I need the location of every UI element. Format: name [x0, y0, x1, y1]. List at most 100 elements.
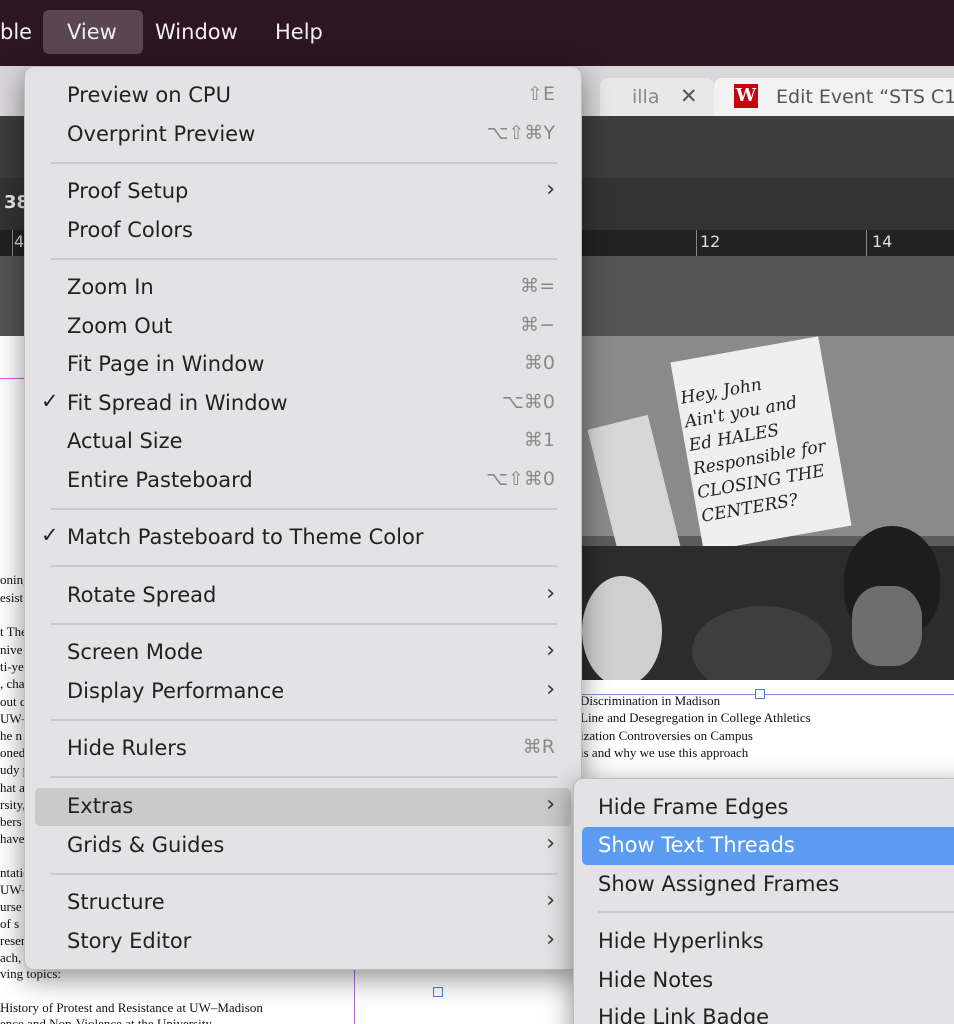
shortcut-label: ⌘0: [523, 352, 555, 374]
menu-item-hide-hyperlinks[interactable]: Hide Hyperlinks: [582, 923, 954, 961]
doc-text-line: is and why we use this approach: [580, 745, 749, 760]
chevron-right-icon: ›: [546, 677, 555, 702]
frame-handle[interactable]: [755, 689, 765, 699]
menu-item-label: Proof Colors: [67, 218, 193, 242]
menu-item-match-pasteboard[interactable]: ✓ Match Pasteboard to Theme Color: [35, 519, 571, 557]
menu-item-label: Grids & Guides: [67, 833, 225, 857]
doc-text-fragment: rsity,: [0, 797, 26, 812]
doc-text-fragment: ach,: [0, 950, 22, 965]
menu-item-proof-colors[interactable]: Proof Colors: [35, 212, 571, 250]
menu-item-proof-setup[interactable]: Proof Setup ›: [35, 173, 571, 211]
close-icon[interactable]: ✕: [680, 84, 698, 108]
doc-text-fragment: , cha: [0, 676, 25, 691]
doc-text-line: ization Controversies on Campus: [580, 728, 753, 743]
menu-item-label: Show Text Threads: [598, 833, 795, 857]
menu-item-screen-mode[interactable]: Screen Mode ›: [35, 634, 571, 672]
menubar-item-help[interactable]: Help: [251, 10, 347, 54]
menu-item-display-performance[interactable]: Display Performance ›: [35, 673, 571, 711]
menu-item-preview-on-cpu[interactable]: Preview on CPU ⇧E: [35, 77, 571, 115]
menu-item-rotate-spread[interactable]: Rotate Spread ›: [35, 577, 571, 615]
photo-person-face: [852, 586, 922, 666]
doc-text-fragment: t The: [0, 624, 27, 639]
doc-text-fragment: he n: [0, 728, 23, 743]
menu-item-label: Show Assigned Frames: [598, 872, 840, 896]
menu-item-label: Hide Frame Edges: [598, 795, 789, 819]
chevron-right-icon: ›: [546, 888, 555, 913]
menubar-item-window[interactable]: Window: [131, 10, 262, 54]
menu-item-label: Match Pasteboard to Theme Color: [67, 525, 424, 549]
menu-separator: [51, 719, 557, 721]
menu-item-label: Proof Setup: [67, 179, 189, 203]
menu-item-hide-notes[interactable]: Hide Notes: [582, 962, 954, 1000]
doc-text-fragment: History of Protest and Resistance at UW–…: [0, 1000, 263, 1015]
menu-item-label: Display Performance: [67, 679, 285, 703]
browser-tab-title: Edit Event “STS C1: [776, 86, 954, 108]
checkmark-icon: ✓: [41, 523, 59, 547]
menu-item-label: Rotate Spread: [67, 583, 217, 607]
chevron-right-icon: ›: [546, 581, 555, 606]
browser-tab-edit-event[interactable]: W Edit Event “STS C1: [714, 78, 954, 118]
menu-item-label: Structure: [67, 890, 165, 914]
menu-item-zoom-in[interactable]: Zoom In ⌘=: [35, 269, 571, 307]
menu-item-label: Hide Link Badge: [598, 1005, 770, 1024]
browser-tab[interactable]: illa ✕: [600, 78, 714, 118]
shortcut-label: ⌥⌘0: [502, 391, 555, 413]
menu-item-fit-spread-in-window[interactable]: ✓ Fit Spread in Window ⌥⌘0: [35, 385, 571, 423]
menu-separator: [51, 776, 557, 778]
menu-item-zoom-out[interactable]: Zoom Out ⌘−: [35, 308, 571, 346]
menu-item-label: Hide Hyperlinks: [598, 929, 764, 953]
frame-handle[interactable]: [433, 987, 443, 997]
menu-item-show-text-threads[interactable]: Show Text Threads: [582, 827, 954, 865]
browser-tab-title: illa: [632, 86, 660, 108]
menu-separator: [51, 873, 557, 875]
menu-item-grids-and-guides[interactable]: Grids & Guides ›: [35, 827, 571, 865]
menu-item-story-editor[interactable]: Story Editor ›: [35, 923, 571, 961]
menu-item-label: Entire Pasteboard: [67, 468, 253, 492]
menu-item-label: Fit Spread in Window: [67, 391, 288, 415]
menu-item-hide-frame-edges[interactable]: Hide Frame Edges: [582, 789, 954, 827]
menu-item-hide-rulers[interactable]: Hide Rulers ⌘R: [35, 730, 571, 768]
checkmark-icon: ✓: [41, 389, 59, 413]
extras-submenu: Hide Frame Edges Show Text Threads Show …: [573, 778, 954, 1024]
doc-text-fragment: nive: [0, 642, 23, 657]
doc-text-fragment: have: [0, 831, 25, 846]
chevron-right-icon: ›: [546, 177, 555, 202]
ruler-tick: [696, 230, 697, 256]
menu-item-actual-size[interactable]: Actual Size ⌘1: [35, 423, 571, 461]
doc-text-fragment: of s: [0, 916, 20, 931]
menu-separator: [51, 623, 557, 625]
shortcut-label: ⇧E: [527, 83, 555, 105]
menu-item-fit-page-in-window[interactable]: Fit Page in Window ⌘0: [35, 346, 571, 384]
doc-text-fragment: oned: [0, 745, 26, 760]
menu-item-structure[interactable]: Structure ›: [35, 884, 571, 922]
chevron-right-icon: ›: [546, 831, 555, 856]
doc-text-fragment: esist: [0, 590, 24, 605]
shortcut-label: ⌘1: [523, 429, 555, 451]
menu-item-entire-pasteboard[interactable]: Entire Pasteboard ⌥⇧⌘0: [35, 462, 571, 500]
ruler-label: 14: [872, 232, 893, 251]
menu-item-label: Story Editor: [67, 929, 192, 953]
menu-item-label: Hide Rulers: [67, 736, 187, 760]
shortcut-label: ⌥⇧⌘0: [486, 468, 555, 490]
menu-item-extras[interactable]: Extras ›: [35, 788, 571, 826]
menu-item-overprint-preview[interactable]: Overprint Preview ⌥⇧⌘Y: [35, 116, 571, 154]
ruler-label: 12: [700, 232, 721, 251]
chevron-right-icon: ›: [546, 638, 555, 663]
menu-separator: [598, 911, 954, 913]
view-menu: Preview on CPU ⇧E Overprint Preview ⌥⇧⌘Y…: [24, 66, 582, 970]
ruler-tick: [12, 230, 13, 256]
photo-person: [582, 576, 662, 680]
shortcut-label: ⌘R: [522, 736, 555, 758]
menubar-item-view[interactable]: View: [43, 10, 143, 54]
doc-text-line: Line and Desegregation in College Athlet…: [580, 710, 811, 725]
protest-photo[interactable]: Hey, John Ain't you and Ed HALES Respons…: [582, 336, 954, 680]
menu-item-label: Fit Page in Window: [67, 352, 265, 376]
menu-separator: [51, 258, 557, 260]
menu-item-show-assigned-frames[interactable]: Show Assigned Frames: [582, 866, 954, 904]
menu-item-label: Preview on CPU: [67, 83, 231, 107]
doc-text-fragment: out c: [0, 694, 26, 709]
menu-separator: [51, 508, 557, 510]
menu-item-hide-link-badge[interactable]: Hide Link Badge: [582, 999, 954, 1024]
shortcut-label: ⌘−: [520, 314, 555, 336]
ruler-tick: [866, 230, 867, 256]
